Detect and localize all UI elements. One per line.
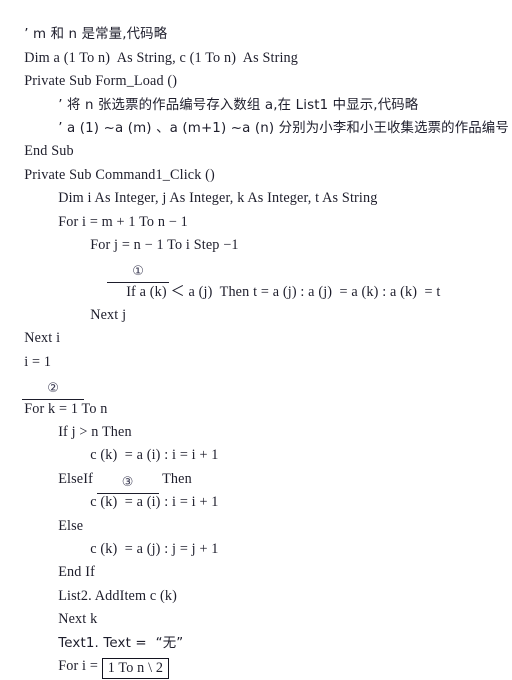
code-line: ’ m 和 n 是常量,代码略 (0, 0, 512, 42)
code-line: If a (k) ＜ a (j) Then t = a (j) : a (j) … (0, 257, 512, 300)
code-line: c (k) = a (j) : j = j + 1 (0, 515, 512, 557)
code-line: i = 1 (0, 327, 512, 370)
code-line: For k = 1 To n (0, 374, 512, 417)
code-line: End Sub (0, 117, 512, 159)
code-line-boxed: For i = 1 To n \ 2 (0, 632, 512, 679)
code-line: Dim i As Integer, j As Integer, k As Int… (0, 164, 512, 206)
code-line: End If (0, 538, 512, 580)
code-line: If j > n Then (0, 398, 512, 440)
code-line-blank-2: ② (0, 351, 512, 401)
code-line: List2. AddItem c (k) (0, 561, 512, 604)
code-line: Text1. Text = “无” (0, 608, 512, 651)
code-line: For i = m + 1 To n − 1 (0, 187, 512, 230)
code-line: c (k) = a (i) : i = i + 1 (0, 468, 512, 510)
code-line: Else (0, 491, 512, 534)
code-line: Next j (0, 281, 512, 323)
code-line-blank-3: ElseIf ③ Then (0, 444, 512, 494)
code-line: For j = n − 1 To i Step −1 (0, 211, 512, 253)
code-line: If c (i) = c (i + n \ 2) Then (0, 655, 512, 678)
code-line: c (k) = a (i) : i = i + 1 (0, 421, 512, 463)
code-line: Private Sub Form_Load () (0, 47, 512, 89)
code-line: Private Sub Command1_Click () (0, 140, 512, 183)
code-line: ’ a (1) ~a (m) 、a (m+1) ~a (n) 分别为小李和小王收… (0, 94, 512, 136)
code-line-blank-1: ① (0, 234, 512, 284)
code-line: Next k (0, 585, 512, 627)
code-listing-page: ’ m 和 n 是常量,代码略 Dim a (1 To n) As String… (0, 0, 512, 680)
code-line: Next i (0, 304, 512, 346)
code-line: Dim a (1 To n) As String, c (1 To n) As … (0, 23, 512, 66)
code-listing: ’ m 和 n 是常量,代码略 Dim a (1 To n) As String… (0, 0, 512, 680)
code-line: ’ 将 n 张选票的作品编号存入数组 a,在 List1 中显示,代码略 (0, 70, 512, 113)
